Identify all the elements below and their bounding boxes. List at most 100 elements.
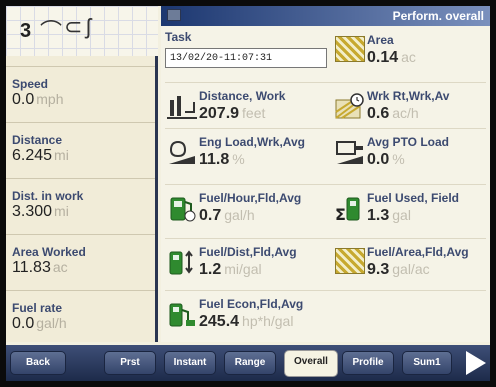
distance-work-label: Distance, Work [199, 89, 286, 103]
fuel-area-value-line: 9.3 gal/ac [367, 261, 430, 279]
engine-load-cell[interactable]: Eng Load,Wrk,Avg 11.8% [165, 132, 331, 172]
fuel-area-value: 9.3 [367, 261, 390, 278]
engine-load-unit: % [232, 151, 245, 167]
fuel-used-value-line: 1.3 gal [367, 207, 411, 225]
handle-icon: ⌒ [40, 19, 63, 44]
engine-load-value-line: 11.8% [199, 151, 245, 169]
work-rate-label: Wrk Rt,Wrk,Av [367, 89, 450, 103]
pto-load-unit: % [392, 151, 405, 167]
pto-load-cell[interactable]: Avg PTO Load 0.0% [333, 132, 490, 172]
left-area-worked-cell[interactable]: Area Worked 11.83 ac [6, 234, 155, 290]
hook-icon: ʃ [86, 14, 91, 39]
speed-value: 0.0 [12, 91, 35, 108]
page-number: 3 [20, 20, 32, 42]
speed-label: Speed [12, 77, 49, 91]
dist-in-work-unit: mi [54, 203, 69, 219]
engine-load-icon [169, 140, 195, 164]
area-worked-unit: ac [52, 259, 68, 275]
hatched-area-icon [335, 36, 365, 62]
softkey-bar: Back Prst Instant Range Overall Profile … [6, 345, 490, 381]
fuel-hour-value-line: 0.7 gal/h [199, 207, 255, 225]
distance-work-value: 207.9 [199, 105, 240, 122]
task-field[interactable]: 13/02/20-11:07:31 [165, 48, 327, 68]
range-button[interactable]: Range [224, 351, 276, 375]
divider [165, 184, 486, 185]
fuel-area-icon [335, 248, 365, 274]
left-distance-cell[interactable]: Distance 6.245 mi [6, 122, 155, 178]
pto-icon [336, 141, 363, 164]
pto-load-label: Avg PTO Load [367, 135, 450, 149]
back-button[interactable]: Back [10, 351, 66, 375]
fuel-econ-label: Fuel Econ,Fld,Avg [199, 297, 304, 311]
fuel-rate-unit: gal/h [36, 315, 67, 331]
pto-load-value: 0.0 [367, 151, 390, 168]
fuel-area-cell[interactable]: Fuel/Area,Fld,Avg 9.3 gal/ac [333, 242, 490, 282]
area-worked-value: 11.83 [12, 259, 51, 276]
task-section: Task 13/02/20-11:07:31 [165, 30, 335, 80]
pto-load-value-line: 0.0% [367, 151, 405, 169]
distance-unit: mi [54, 147, 69, 163]
dist-in-work-label: Dist. in work [12, 189, 84, 203]
fuel-used-unit: gal [392, 207, 411, 223]
area-value: 0.14 [367, 49, 399, 66]
instant-button[interactable]: Instant [164, 351, 216, 375]
title-bar: Perform. overall [161, 6, 490, 26]
distance-work-unit: feet [242, 105, 266, 121]
fuel-econ-cell[interactable]: Fuel Econ,Fld,Avg 245.4 hp*h/gal [165, 294, 331, 334]
area-cell[interactable]: Area 0.14 ac [333, 30, 490, 70]
left-header: 3 ⌒ ⊂ ʃ [6, 6, 158, 56]
speed-unit: mph [36, 91, 64, 107]
profile-button[interactable]: Profile [342, 351, 394, 375]
divider [165, 82, 486, 83]
fuel-distance-icon [169, 250, 193, 275]
fuel-hour-value: 0.7 [199, 207, 222, 224]
fuel-pump-clock-icon [170, 197, 196, 222]
fuel-dist-cell[interactable]: Fuel/Dist,Fld,Avg 1.2 mi/gal [165, 242, 331, 282]
fuel-used-value: 1.3 [367, 207, 390, 224]
work-rate-value-line: 0.6 ac/h [367, 105, 419, 123]
fuel-hour-label: Fuel/Hour,Fld,Avg [199, 191, 302, 205]
work-rate-cell[interactable]: Wrk Rt,Wrk,Av 0.6 ac/h [333, 86, 490, 126]
fuel-used-cell[interactable]: Σ Fuel Used, Field 1.3 gal [333, 188, 490, 228]
area-label: Area [367, 33, 394, 47]
fuel-dist-unit: mi/gal [224, 261, 262, 277]
fuel-econ-unit: hp*h/gal [242, 313, 294, 329]
performance-panel: Perform. overall Task 13/02/20-11:07:31 … [161, 6, 490, 342]
fuel-area-label: Fuel/Area,Fld,Avg [367, 245, 469, 259]
left-speed-cell[interactable]: Speed 0.0 mph [6, 66, 155, 122]
fuel-dist-value-line: 1.2 mi/gal [199, 261, 262, 279]
work-rate-unit: ac/h [392, 105, 419, 121]
task-label: Task [165, 30, 192, 44]
fuel-hour-cell[interactable]: Fuel/Hour,Fld,Avg 0.7 gal/h [165, 188, 331, 228]
distance-gauge-icon [167, 96, 197, 119]
engine-load-value: 11.8 [199, 151, 230, 168]
prst-button[interactable]: Prst [104, 351, 156, 375]
left-panel: 3 ⌒ ⊂ ʃ Speed 0.0 mph Distance 6.245 mi Di… [6, 6, 158, 342]
left-fuel-rate-cell[interactable]: Fuel rate 0.0 gal/h [6, 290, 155, 346]
fuel-hour-unit: gal/h [224, 207, 255, 223]
overall-tab-button[interactable]: Overall [284, 350, 338, 377]
divider [165, 238, 486, 239]
svg-text:Σ: Σ [335, 205, 346, 222]
fuel-econ-icon [169, 303, 195, 327]
fuel-econ-value: 245.4 [199, 313, 240, 330]
left-dist-in-work-cell[interactable]: Dist. in work 3.300 mi [6, 178, 155, 234]
screen-icon [167, 9, 181, 21]
area-worked-label: Area Worked [12, 245, 86, 259]
fuel-dist-value: 1.2 [199, 261, 222, 278]
fuel-dist-label: Fuel/Dist,Fld,Avg [199, 245, 297, 259]
area-value-line: 0.14 ac [367, 49, 416, 67]
engine-load-label: Eng Load,Wrk,Avg [199, 135, 306, 149]
fuel-rate-label: Fuel rate [12, 301, 63, 315]
fuel-econ-value-line: 245.4 hp*h/gal [199, 313, 293, 331]
fuel-used-label: Fuel Used, Field [367, 191, 460, 205]
distance-work-value-line: 207.9 feet [199, 105, 265, 123]
divider [165, 290, 486, 291]
work-rate-value: 0.6 [367, 105, 390, 122]
sum1-button[interactable]: Sum1 [402, 351, 452, 375]
fuel-sum-icon: Σ [335, 197, 360, 222]
distance-work-cell[interactable]: Distance, Work 207.9 feet [165, 86, 331, 126]
fuel-rate-value: 0.0 [12, 315, 35, 332]
next-arrow-icon[interactable] [466, 351, 486, 375]
distance-label: Distance [12, 133, 63, 147]
